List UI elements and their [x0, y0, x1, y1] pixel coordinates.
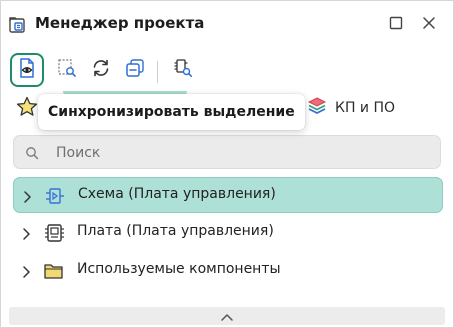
folder-icon — [43, 261, 65, 281]
collapse-all-icon — [124, 57, 146, 83]
toolbar — [1, 45, 453, 91]
schematic-icon — [44, 186, 66, 206]
tab-kp-po[interactable]: КП и ПО — [307, 95, 395, 121]
document-search-icon — [56, 57, 78, 83]
tree-item-label: Используемые компоненты — [77, 261, 281, 277]
refresh-icon — [90, 57, 112, 83]
title-bar: Менеджер проекта — [1, 1, 453, 45]
component-search-button[interactable] — [166, 53, 200, 87]
document-search-button[interactable] — [50, 53, 84, 87]
layers-icon — [307, 96, 327, 120]
project-manager-icon — [8, 14, 28, 34]
search-box — [13, 135, 441, 169]
project-tree: Схема (Плата управления) Плата (Плата уп… — [13, 177, 443, 289]
close-icon[interactable] — [419, 13, 439, 33]
project-manager-panel: Менеджер проекта КП и ПО Синхронизироват… — [0, 0, 454, 328]
chevron-up-icon — [220, 307, 234, 326]
chevron-right-icon[interactable] — [20, 264, 32, 278]
tree-item-label: Плата (Плата управления) — [77, 223, 274, 239]
tree-item-label: Схема (Плата управления) — [78, 186, 276, 202]
maximize-icon[interactable] — [386, 13, 406, 33]
collapse-all-button[interactable] — [118, 53, 152, 87]
window-title: Менеджер проекта — [35, 14, 205, 32]
search-icon — [25, 145, 39, 160]
search-input[interactable] — [54, 141, 428, 165]
refresh-button[interactable] — [84, 53, 118, 87]
board-icon — [43, 223, 65, 243]
tab-kp-label: КП и ПО — [335, 100, 396, 116]
component-search-icon — [172, 57, 194, 83]
expand-panel-bar[interactable] — [9, 307, 445, 325]
tree-item-schematic[interactable]: Схема (Плата управления) — [13, 177, 443, 213]
tree-item-components[interactable]: Используемые компоненты — [13, 253, 443, 289]
tree-item-board[interactable]: Плата (Плата управления) — [13, 215, 443, 251]
sync-selection-button[interactable] — [10, 53, 44, 87]
chevron-right-icon[interactable] — [20, 226, 32, 240]
chevron-right-icon[interactable] — [21, 189, 33, 203]
tooltip-text: Синхронизировать выделение — [48, 104, 295, 120]
toolbar-separator — [157, 61, 158, 83]
document-eye-icon — [16, 57, 38, 83]
tooltip: Синхронизировать выделение — [38, 94, 305, 130]
